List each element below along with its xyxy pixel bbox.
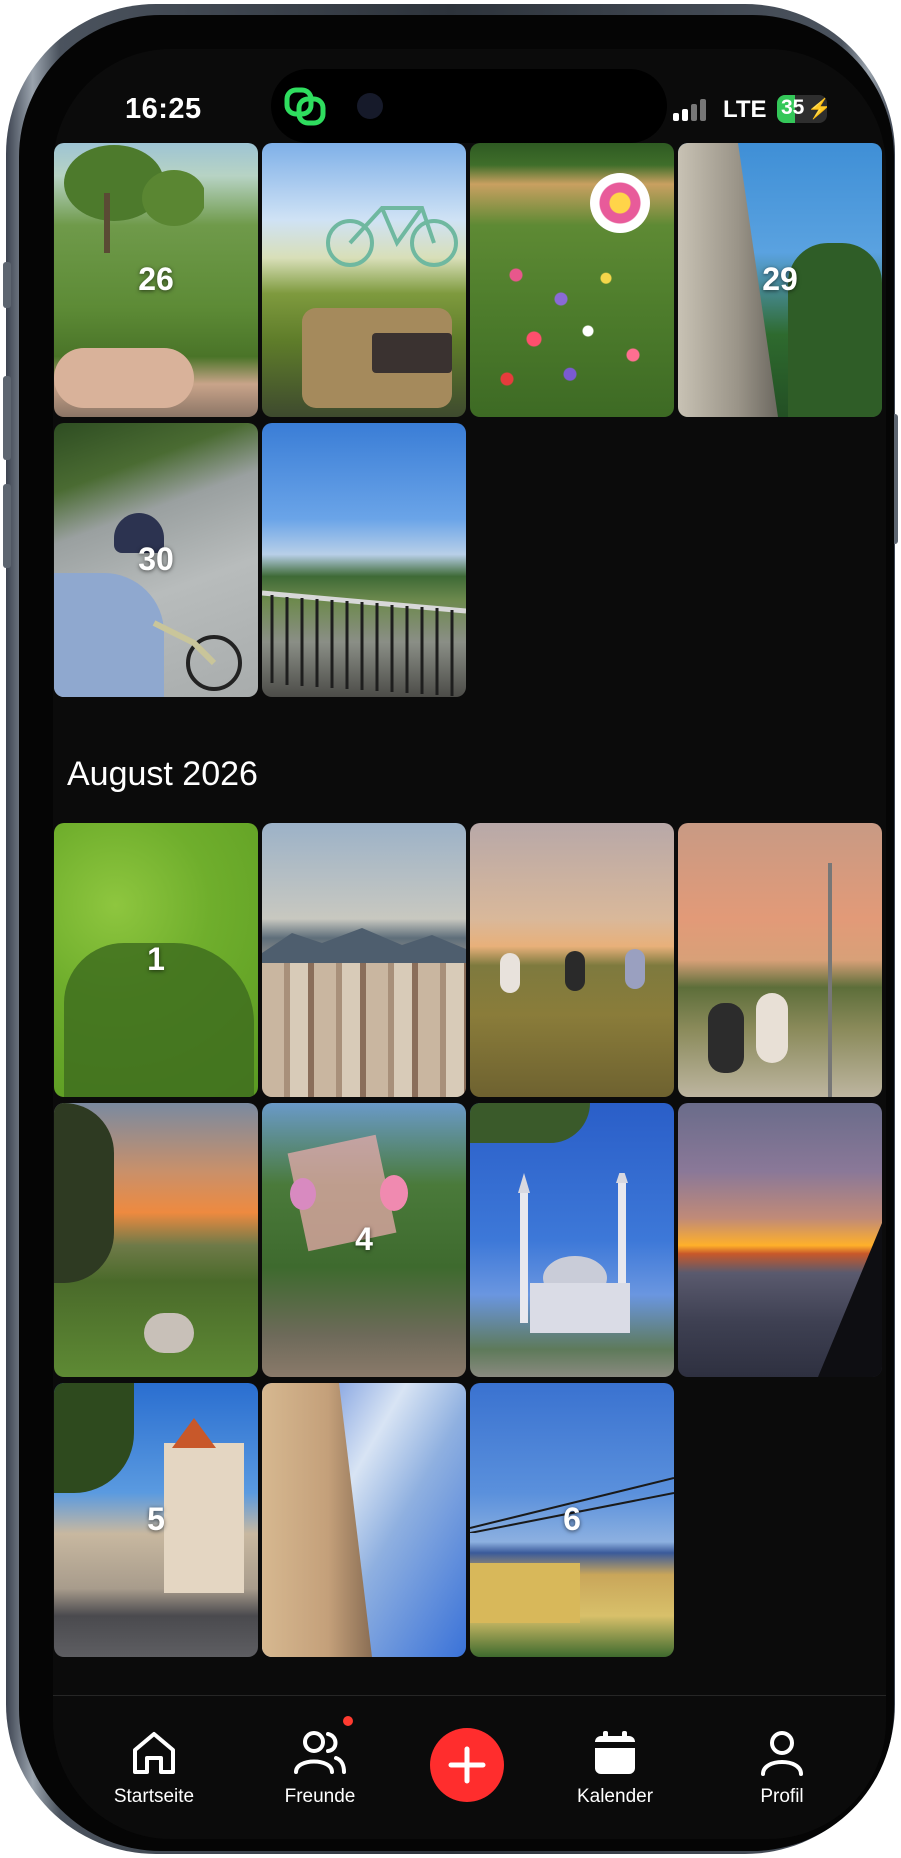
balloon-shape	[290, 1178, 316, 1210]
day-tile-3[interactable]	[470, 823, 674, 1097]
action-button	[3, 262, 11, 308]
tab-home[interactable]: Startseite	[79, 1696, 229, 1816]
bicycle-icon	[326, 206, 458, 267]
day-label: 6	[563, 1501, 581, 1537]
friends-icon	[294, 1731, 346, 1774]
day-tile-5[interactable]: 5	[54, 1383, 258, 1657]
tab-home-label: Startseite	[113, 1786, 195, 1807]
network-label: LTE	[723, 96, 767, 123]
wildflowers	[480, 243, 660, 403]
day-label: 29	[762, 261, 798, 297]
day-tile-3b[interactable]	[54, 1103, 258, 1377]
person-shape	[565, 951, 585, 991]
day-tile-4b[interactable]	[678, 823, 882, 1097]
tree-shape	[54, 1103, 114, 1283]
day-tile-1[interactable]: 1	[54, 823, 258, 1097]
leg-shape	[54, 348, 194, 408]
day-tile-4[interactable]: 4	[262, 1103, 466, 1377]
phone-frame: 16:25 LTE 35 ⚡ 26 29 30 August 2026 1 4 …	[3, 4, 898, 1854]
link-icon	[284, 87, 326, 126]
day-tile-28[interactable]	[470, 143, 674, 417]
day-tile-8[interactable]	[678, 1103, 882, 1377]
signal-icon	[673, 99, 709, 121]
day-tile-6[interactable]: 6	[470, 1383, 674, 1657]
notification-badge	[343, 1716, 353, 1726]
tree-icon	[64, 145, 204, 253]
tab-profile-label: Profil	[760, 1786, 804, 1807]
dynamic-island	[271, 69, 667, 143]
street-lamp	[828, 863, 832, 1097]
branch-shape	[470, 1103, 590, 1143]
mountain-icon	[262, 928, 466, 963]
add-button[interactable]	[430, 1728, 504, 1802]
person-shape	[625, 949, 645, 989]
airplane-wing	[818, 1223, 882, 1377]
day-tile-30[interactable]: 30	[54, 423, 258, 697]
house-shape	[470, 1563, 580, 1623]
people-shape	[144, 1313, 194, 1353]
battery-percent: 35	[781, 96, 805, 119]
day-label: 30	[138, 541, 174, 577]
pencil-case-shape	[372, 333, 452, 373]
day-label: 5	[147, 1501, 165, 1537]
screen: 16:25 LTE 35 ⚡ 26 29 30 August 2026 1 4 …	[53, 49, 886, 1839]
profile-icon	[761, 1731, 803, 1776]
mosque-icon	[518, 1173, 630, 1333]
plus-icon	[448, 1746, 486, 1784]
tab-friends[interactable]: Freunde	[245, 1696, 395, 1816]
day-tile-10[interactable]	[262, 1383, 466, 1657]
tab-profile[interactable]: Profil	[707, 1696, 857, 1816]
bezel: 16:25 LTE 35 ⚡ 26 29 30 August 2026 1 4 …	[19, 15, 894, 1851]
tab-bar: Startseite Freunde Kalender Profil	[53, 1695, 886, 1839]
bouquet-shape	[590, 173, 650, 233]
railing-icon	[262, 590, 466, 696]
person-shape	[500, 953, 520, 993]
charging-icon: ⚡	[807, 98, 827, 120]
cyclist-shape	[756, 993, 788, 1063]
balloon-shape	[380, 1175, 408, 1211]
day-tile-31[interactable]	[262, 423, 466, 697]
day-tile-29[interactable]: 29	[678, 143, 882, 417]
tree-shape	[54, 1383, 134, 1493]
tab-calendar[interactable]: Kalender	[540, 1696, 690, 1816]
volume-down-button	[3, 484, 11, 568]
bicycle-icon	[152, 620, 242, 691]
day-tile-7[interactable]	[470, 1103, 674, 1377]
tab-friends-label: Freunde	[284, 1786, 356, 1807]
city-buildings	[262, 963, 466, 1097]
battery-icon: 35 ⚡	[777, 95, 827, 123]
front-camera	[357, 93, 383, 119]
home-icon	[133, 1732, 175, 1774]
calendar-icon	[595, 1731, 635, 1774]
status-time: 16:25	[125, 93, 202, 125]
building-facade	[262, 1383, 372, 1657]
tower-roof	[172, 1418, 216, 1448]
tab-calendar-label: Kalender	[576, 1786, 654, 1807]
day-tile-27[interactable]	[262, 143, 466, 417]
day-tile-2[interactable]	[262, 823, 466, 1097]
day-label: 26	[138, 261, 174, 297]
month-heading: August 2026	[67, 755, 258, 793]
cyclist-shape	[708, 1003, 744, 1073]
volume-up-button	[3, 376, 11, 460]
day-label: 4	[355, 1221, 373, 1257]
day-label: 1	[147, 941, 165, 977]
day-tile-26[interactable]: 26	[54, 143, 258, 417]
